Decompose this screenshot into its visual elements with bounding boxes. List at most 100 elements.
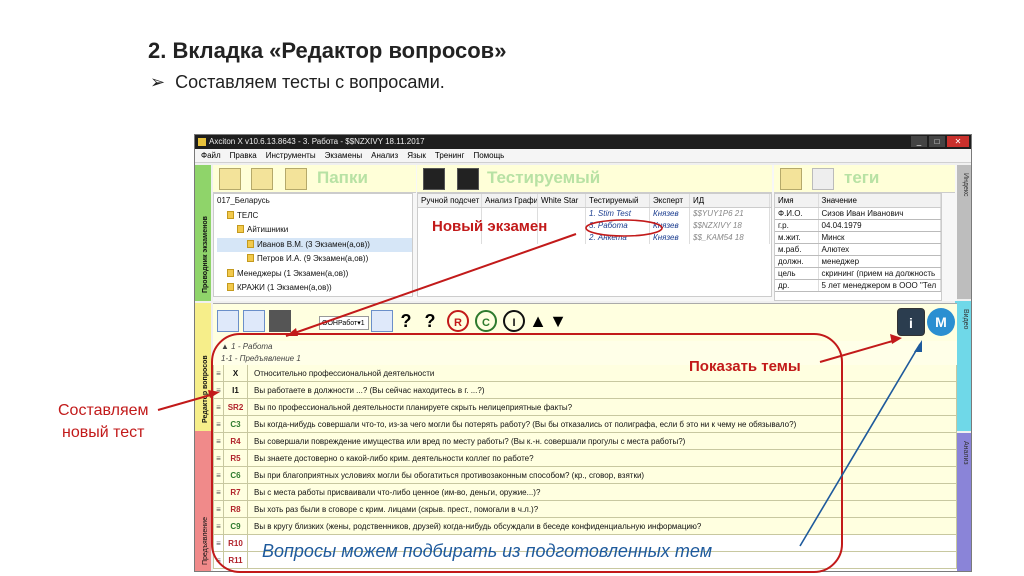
menu-item[interactable]: Инструменты (266, 149, 316, 162)
question-text[interactable]: Вы при благоприятных условиях могли бы о… (248, 467, 956, 483)
question-text[interactable]: Вы когда-нибудь совершали что-то, из-за … (248, 416, 956, 432)
menu-bar: Файл Правка Инструменты Экзамены Анализ Язык Т… (195, 149, 971, 163)
drag-handle-icon[interactable]: ≡ (214, 416, 224, 432)
drag-handle-icon[interactable]: ≡ (214, 501, 224, 517)
move-down-icon[interactable]: ▼ (547, 310, 569, 332)
tree-node[interactable]: ТЕЛС (217, 209, 412, 224)
tab-video[interactable]: Видео (955, 301, 971, 431)
maximize-button[interactable]: □ (929, 136, 945, 147)
add-tag-icon[interactable] (780, 168, 802, 190)
add-folder-icon[interactable] (251, 168, 273, 190)
question-text[interactable]: Относительно профессиональной деятельнос… (248, 365, 956, 381)
drag-handle-icon[interactable]: ≡ (214, 552, 224, 568)
question-text[interactable]: Вы работаете в должности ...? (Вы сейчас… (248, 382, 956, 398)
column-header[interactable]: Ручной подсчет (418, 194, 482, 207)
drag-handle-icon[interactable]: ≡ (214, 484, 224, 500)
menu-item[interactable]: Помощь (473, 149, 504, 162)
menu-item[interactable]: Язык (407, 149, 426, 162)
drag-handle-icon[interactable]: ≡ (214, 467, 224, 483)
question-text[interactable]: Вы по профессиональной деятельности план… (248, 399, 956, 415)
column-header[interactable]: Имя (775, 194, 819, 207)
tree-node[interactable]: Айтишники (217, 223, 412, 238)
drag-handle-icon[interactable]: ≡ (214, 535, 224, 551)
delete-folder-icon[interactable] (285, 168, 307, 190)
menu-item[interactable]: Экзамены (325, 149, 363, 162)
tree-node[interactable]: Петров И.А. (9 Экзамен(а,ов)) (217, 252, 412, 267)
tag-row[interactable]: цель скрининг (прием на должность (775, 268, 941, 280)
menu-item[interactable]: Правка (230, 149, 257, 162)
question-text[interactable]: Вы в кругу близких (жены, родственников,… (248, 518, 956, 534)
window-title: Axciton X v10.6.13.8643 - 3. Работа - $$… (209, 137, 425, 146)
question-row[interactable]: ≡ R5 Вы знаете достоверно о какой-либо кри… (213, 450, 957, 467)
menu-item[interactable]: Анализ (371, 149, 398, 162)
delete-subject-icon[interactable] (457, 168, 479, 190)
move-up-icon[interactable]: ▲ (527, 310, 549, 332)
tag-row[interactable]: должн. менеджер (775, 256, 941, 268)
tag-row[interactable]: м.жит. Минск (775, 232, 941, 244)
title-bar[interactable]: Axciton X v10.6.13.8643 - 3. Работа - $$… (195, 135, 971, 149)
column-header[interactable]: Анализ Графиков (482, 194, 538, 207)
column-header[interactable]: ИД (690, 194, 770, 207)
new-test-icon[interactable] (217, 310, 239, 332)
tag-row[interactable]: Ф.И.О. Сизов Иван Иванович (775, 208, 941, 220)
remove-tag-icon[interactable] (812, 168, 834, 190)
question-row[interactable]: ≡ I1 Вы работаете в должности ...? (Вы сей… (213, 382, 957, 399)
tag-row[interactable]: г.р. 04.04.1979 (775, 220, 941, 232)
add-question-icon[interactable]: ? (419, 310, 441, 332)
menu-item[interactable]: Тренинг (435, 149, 465, 162)
import-icon[interactable] (371, 310, 393, 332)
tree-node[interactable]: 017_Беларусь (217, 194, 412, 209)
irrelevant-icon[interactable]: I (503, 310, 525, 332)
edit-test-icon[interactable] (243, 310, 265, 332)
tab-editor[interactable]: Редактор вопросов (195, 303, 211, 431)
question-row[interactable]: ≡ C9 Вы в кругу близких (жены, родственник… (213, 518, 957, 535)
question-text[interactable]: Вы хоть раз были в сговоре с крим. лицам… (248, 501, 956, 517)
menu-item[interactable]: Файл (201, 149, 221, 162)
test-select[interactable]: OOHРабот▾1 (319, 316, 369, 330)
add-subject-icon[interactable] (423, 168, 445, 190)
search-folder-icon[interactable] (219, 168, 241, 190)
minimize-button[interactable]: _ (911, 136, 927, 147)
tab-analysis[interactable]: Анализ (955, 433, 971, 571)
column-header[interactable]: Значение (819, 194, 941, 207)
m-icon[interactable]: M (927, 308, 955, 336)
drag-handle-icon[interactable]: ≡ (214, 518, 224, 534)
tag-row[interactable]: м.раб. Алютех (775, 244, 941, 256)
drag-handle-icon[interactable]: ≡ (214, 382, 224, 398)
print-icon[interactable] (269, 310, 291, 332)
question-row[interactable]: ≡ R8 Вы хоть раз были в сговоре с крим. ли… (213, 501, 957, 518)
tree-node[interactable]: Иванов В.М. (3 Экзамен(а,ов)) (217, 237, 412, 252)
tag-row[interactable]: др. 5 лет менеджером в ООО "Тел (775, 280, 941, 292)
tab-examiner[interactable]: Проводник экзаменов (195, 165, 211, 301)
relevant-icon[interactable]: R (447, 310, 469, 332)
tag-cell: Ф.И.О. (775, 208, 819, 219)
question-code: I1 (224, 382, 248, 398)
question-row[interactable]: ≡ C3 Вы когда-нибудь совершали что-то, из-… (213, 416, 957, 433)
tab-presentation[interactable]: Предъявление (195, 431, 211, 571)
drag-handle-icon[interactable]: ≡ (214, 399, 224, 415)
column-header[interactable]: White Star (538, 194, 586, 207)
drag-handle-icon[interactable]: ≡ (214, 450, 224, 466)
question-text[interactable]: Вы совершали повреждение имущества или в… (248, 433, 956, 449)
question-row[interactable]: ≡ R4 Вы совершали повреждение имущества ил… (213, 433, 957, 450)
folder-icon (247, 254, 254, 262)
question-row[interactable]: ≡ R7 Вы с места работы присваивали что-либ… (213, 484, 957, 501)
column-header[interactable]: Тестируемый (586, 194, 650, 207)
drag-handle-icon[interactable]: ≡ (214, 433, 224, 449)
question-row[interactable]: ≡ SR2 Вы по профессиональной деятельности … (213, 399, 957, 416)
table-cell: 3. Работа (586, 220, 650, 232)
column-header[interactable]: Эксперт (650, 194, 690, 207)
question-text[interactable]: Вы знаете достоверно о какой-либо крим. … (248, 450, 956, 466)
question-row[interactable]: ≡ C6 Вы при благоприятных условиях могли б… (213, 467, 957, 484)
tree-node[interactable]: КРАЖИ (1 Экзамен(а,ов)) (217, 281, 412, 296)
tree-node[interactable]: Менеджеры (1 Экзамен(а,ов)) (217, 267, 412, 282)
tree-node-label: 017_Беларусь (217, 196, 270, 205)
close-button[interactable]: ✕ (947, 136, 969, 147)
question-text[interactable]: Вы с места работы присваивали что-либо ц… (248, 484, 956, 500)
drag-handle-icon[interactable]: ≡ (214, 365, 224, 381)
show-topics-icon[interactable]: i (897, 308, 925, 336)
question-row[interactable]: ≡ X Относительно профессиональной деятельн… (213, 365, 957, 382)
tab-index[interactable]: Индекс (955, 165, 971, 299)
control-icon[interactable]: C (475, 310, 497, 332)
delete-question-icon[interactable]: ? (395, 310, 417, 332)
